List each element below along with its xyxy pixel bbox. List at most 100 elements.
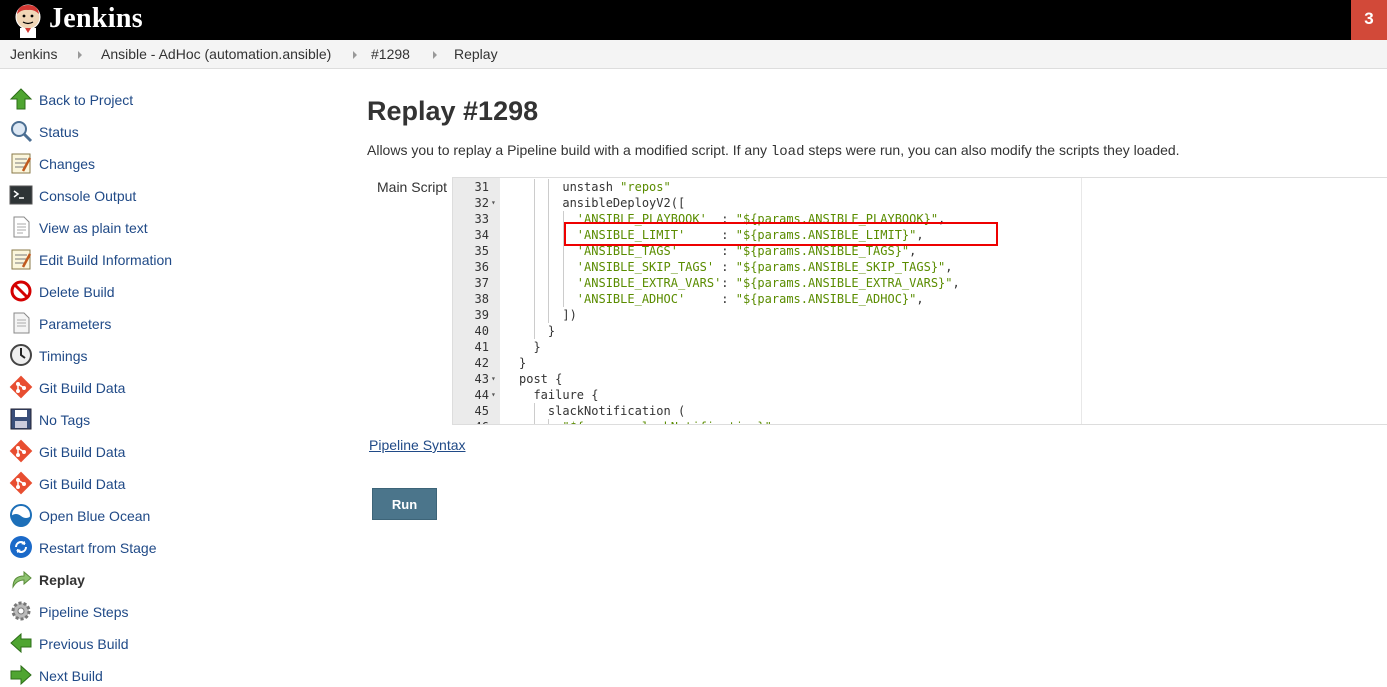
sidebar-item-back-to-project[interactable]: Back to Project (9, 85, 309, 111)
sidebar-item-open-blue-ocean[interactable]: Open Blue Ocean (9, 501, 309, 527)
fold-toggle-icon[interactable]: ▾ (491, 387, 499, 403)
sidebar-item-restart-from-stage[interactable]: Restart from Stage (9, 533, 309, 559)
indent-guide (533, 323, 535, 339)
sidebar-item-label: Delete Build (39, 284, 115, 300)
description-code: load (770, 144, 805, 160)
up-arrow-icon (9, 88, 33, 110)
indent-guide (562, 291, 564, 307)
git-icon (9, 439, 33, 463)
no-entry-icon (10, 280, 32, 302)
sidebar-item-edit-build-info[interactable]: Edit Build Information (9, 245, 309, 271)
sidebar-item-delete-build[interactable]: Delete Build (9, 277, 309, 303)
sidebar-item-label: Changes (39, 156, 96, 172)
fold-toggle-icon[interactable]: ▾ (491, 195, 499, 211)
line-number: 42 (474, 356, 489, 370)
sidebar-item-next-build[interactable]: Next Build (9, 661, 309, 687)
script-editor[interactable]: 3132▾3334353637383940414243▾44▾4546 unst… (452, 177, 1387, 425)
code-string: "repos" (620, 180, 671, 194)
breadcrumb-replay[interactable]: Replay (454, 46, 498, 62)
code-text: , (909, 244, 917, 258)
breadcrumb-separator-icon[interactable] (433, 51, 437, 59)
code-text: unstash (562, 180, 621, 194)
sidebar-item-label: Back to Project (39, 92, 134, 108)
code-text: , (952, 276, 960, 290)
line-number: 38 (474, 292, 489, 306)
document-icon (13, 216, 30, 238)
indent-guide (533, 291, 535, 307)
line-number: 35 (474, 244, 489, 258)
sidebar-item-label: Restart from Stage (39, 540, 157, 556)
code-string: "${params.ANSIBLE_TAGS}" (735, 244, 910, 258)
notification-badge[interactable]: 3 (1351, 0, 1387, 40)
sidebar-item-git-build-data-2[interactable]: Git Build Data (9, 437, 309, 463)
breadcrumb-separator-icon[interactable] (78, 51, 82, 59)
sidebar-item-label: Timings (39, 348, 88, 364)
code-line: 'ANSIBLE_SKIP_TAGS' : "${params.ANSIBLE_… (519, 259, 953, 275)
code-text: : (714, 260, 736, 274)
code-string: 'ANSIBLE_ADHOC' (576, 292, 686, 306)
breadcrumb-separator-icon[interactable] (353, 51, 357, 59)
sidebar-item-label: Next Build (39, 668, 103, 684)
breadcrumb-build[interactable]: #1298 (371, 46, 410, 62)
terminal-icon (9, 185, 33, 205)
line-number: 45 (474, 404, 489, 418)
code-string: 'ANSIBLE_SKIP_TAGS' (576, 260, 715, 274)
indent-guide (548, 243, 549, 259)
print-margin (1081, 178, 1082, 424)
search-icon (11, 121, 33, 143)
sidebar-item-parameters[interactable]: Parameters (9, 309, 309, 335)
indent-guide (548, 275, 549, 291)
editor-gutter: 3132▾3334353637383940414243▾44▾4546 (453, 178, 500, 424)
sidebar-item-console-output[interactable]: Console Output (9, 181, 309, 207)
sidebar-item-view-plain-text[interactable]: View as plain text (9, 213, 309, 239)
code-line: } (519, 339, 540, 355)
fold-toggle-icon[interactable]: ▾ (491, 371, 499, 387)
blue-ocean-icon (10, 504, 32, 527)
left-arrow-icon (10, 632, 32, 654)
description-text-end: steps were run, you can also modify the … (804, 142, 1180, 158)
sidebar-item-label: Git Build Data (39, 380, 126, 396)
breadcrumb-project[interactable]: Ansible - AdHoc (automation.ansible) (101, 46, 331, 62)
breadcrumb-jenkins[interactable]: Jenkins (10, 46, 57, 62)
jenkins-logo-icon[interactable] (10, 2, 46, 38)
line-number: 43 (474, 372, 489, 386)
document-icon (13, 312, 30, 334)
page-title: Replay #1298 (367, 96, 539, 126)
indent-guide (548, 227, 549, 243)
code-string: "${params.ANSIBLE_EXTRA_VARS}" (735, 276, 953, 290)
brand-title[interactable]: Jenkins (49, 3, 143, 35)
code-line: failure { (519, 387, 598, 403)
pipeline-syntax-link[interactable]: Pipeline Syntax (369, 437, 466, 453)
notepad-icon (11, 249, 32, 270)
sidebar-item-no-tags[interactable]: No Tags (9, 405, 309, 431)
gear-icon (11, 601, 31, 621)
code-text: , (945, 260, 953, 274)
refresh-icon (10, 536, 32, 558)
sidebar-item-replay[interactable]: Replay (9, 565, 309, 591)
sidebar-item-pipeline-steps[interactable]: Pipeline Steps (9, 597, 309, 623)
sidebar-item-label: Parameters (39, 316, 112, 332)
indent-guide (533, 211, 535, 227)
code-string: "${params.slackNotification}" (562, 420, 772, 424)
code-line: } (519, 355, 526, 371)
sidebar-item-label: Pipeline Steps (39, 604, 129, 620)
sidebar-item-git-build-data-3[interactable]: Git Build Data (9, 469, 309, 495)
indent-guide (562, 259, 564, 275)
sidebar-item-status[interactable]: Status (9, 117, 309, 143)
code-line: 'ANSIBLE_EXTRA_VARS': "${params.ANSIBLE_… (519, 275, 960, 291)
sidebar-item-timings[interactable]: Timings (9, 341, 309, 367)
clock-icon (10, 344, 32, 366)
sidebar-item-previous-build[interactable]: Previous Build (9, 629, 309, 655)
indent-guide (548, 195, 549, 211)
main-script-label: Main Script (377, 179, 448, 195)
code-text: failure { (533, 388, 599, 402)
sidebar-item-label: Console Output (39, 188, 137, 204)
sidebar-item-changes[interactable]: Changes (9, 149, 309, 175)
run-button[interactable]: Run (372, 488, 437, 520)
indent-guide (533, 259, 535, 275)
code-line: } (519, 323, 555, 339)
indent-guide (562, 275, 564, 291)
indent-guide (533, 179, 535, 195)
indent-guide (533, 307, 535, 323)
sidebar-item-git-build-data-1[interactable]: Git Build Data (9, 373, 309, 399)
